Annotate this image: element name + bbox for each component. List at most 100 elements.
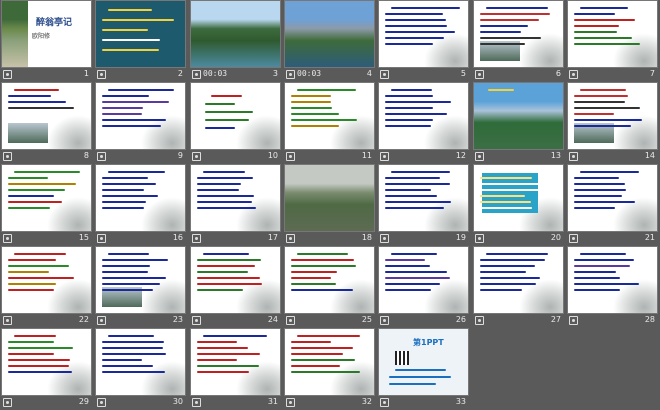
slide-preview[interactable] (2, 329, 91, 395)
slide-preview[interactable] (96, 247, 185, 313)
slide-preview[interactable] (2, 247, 91, 313)
transition-icon[interactable] (380, 152, 389, 161)
slide-thumbnail[interactable]: 醉翁亭记 欧阳修 1 (0, 0, 94, 82)
slide-thumbnail[interactable]: 30 (94, 328, 188, 410)
transition-icon[interactable] (475, 152, 484, 161)
slide-thumbnail[interactable]: 18 (283, 164, 377, 246)
slide-preview[interactable] (191, 329, 280, 395)
transition-icon[interactable] (192, 316, 201, 325)
transition-icon[interactable] (3, 234, 12, 243)
slide-thumbnail[interactable]: 19 (377, 164, 471, 246)
transition-icon[interactable] (286, 316, 295, 325)
transition-icon[interactable] (380, 398, 389, 407)
slide-thumbnail[interactable]: 28 (566, 246, 660, 328)
slide-preview[interactable] (96, 1, 185, 67)
slide-preview[interactable] (379, 247, 468, 313)
transition-icon[interactable] (569, 152, 578, 161)
slide-thumbnail[interactable]: 14 (566, 82, 660, 164)
slide-thumbnail[interactable]: 25 (283, 246, 377, 328)
slide-thumbnail[interactable]: 9 (94, 82, 188, 164)
slide-preview[interactable] (285, 1, 374, 67)
slide-thumbnail[interactable]: 11 (283, 82, 377, 164)
slide-preview[interactable] (191, 1, 280, 67)
transition-icon[interactable] (192, 398, 201, 407)
slide-thumbnail[interactable]: 10 (189, 82, 283, 164)
slide-preview[interactable] (285, 329, 374, 395)
slide-preview[interactable] (379, 165, 468, 231)
slide-thumbnail[interactable]: 24 (189, 246, 283, 328)
transition-icon[interactable] (475, 316, 484, 325)
slide-preview[interactable] (379, 1, 468, 67)
transition-icon[interactable] (97, 316, 106, 325)
slide-thumbnail[interactable]: 2 (94, 0, 188, 82)
transition-icon[interactable] (97, 398, 106, 407)
slide-preview[interactable] (96, 165, 185, 231)
transition-icon[interactable] (192, 234, 201, 243)
slide-thumbnail[interactable]: 7 (566, 0, 660, 82)
transition-icon[interactable] (380, 234, 389, 243)
slide-thumbnail[interactable]: 22 (0, 246, 94, 328)
transition-icon[interactable] (286, 152, 295, 161)
slide-thumbnail[interactable]: 8 (0, 82, 94, 164)
transition-icon[interactable] (475, 70, 484, 79)
transition-icon[interactable] (286, 234, 295, 243)
transition-icon[interactable] (192, 152, 201, 161)
transition-icon[interactable] (380, 316, 389, 325)
transition-icon[interactable] (97, 152, 106, 161)
slide-preview[interactable] (285, 83, 374, 149)
slide-preview[interactable] (568, 247, 657, 313)
slide-thumbnail[interactable]: 20 (472, 164, 566, 246)
slide-thumbnail[interactable]: 17 (189, 164, 283, 246)
slide-preview[interactable] (568, 1, 657, 67)
slide-thumbnail[interactable]: 12 (377, 82, 471, 164)
slide-preview[interactable] (379, 83, 468, 149)
slide-thumbnail[interactable]: 13 (472, 82, 566, 164)
transition-icon[interactable] (286, 398, 295, 407)
slide-preview[interactable] (568, 83, 657, 149)
transition-icon[interactable] (475, 234, 484, 243)
transition-icon[interactable] (3, 152, 12, 161)
slide-preview[interactable] (191, 83, 280, 149)
slide-preview[interactable] (474, 83, 563, 149)
transition-icon[interactable] (380, 70, 389, 79)
transition-icon[interactable] (97, 234, 106, 243)
slide-thumbnail[interactable]: 26 (377, 246, 471, 328)
slide-preview[interactable] (474, 1, 563, 67)
transition-icon[interactable] (3, 70, 12, 79)
slide-preview[interactable] (96, 83, 185, 149)
slide-thumbnail[interactable]: 21 (566, 164, 660, 246)
slide-thumbnail[interactable]: 27 (472, 246, 566, 328)
slide-preview[interactable] (285, 247, 374, 313)
slide-preview[interactable] (2, 165, 91, 231)
slide-thumbnail[interactable]: 32 (283, 328, 377, 410)
transition-icon[interactable] (192, 70, 201, 79)
slide-preview[interactable]: 醉翁亭记 欧阳修 (2, 1, 91, 67)
slide-thumbnail[interactable]: 23 (94, 246, 188, 328)
text-line (291, 371, 361, 373)
slide-thumbnail[interactable]: 5 (377, 0, 471, 82)
slide-preview[interactable] (191, 247, 280, 313)
slide-preview[interactable] (191, 165, 280, 231)
transition-icon[interactable] (569, 70, 578, 79)
slide-thumbnail[interactable]: 31 (189, 328, 283, 410)
slide-thumbnail[interactable]: 29 (0, 328, 94, 410)
slide-thumbnail[interactable]: 第1PPT 33 (377, 328, 471, 410)
slide-preview[interactable] (474, 165, 563, 231)
slide-preview[interactable] (285, 165, 374, 231)
transition-icon[interactable] (3, 398, 12, 407)
slide-preview[interactable] (568, 165, 657, 231)
slide-preview[interactable] (474, 247, 563, 313)
transition-icon[interactable] (286, 70, 295, 79)
transition-icon[interactable] (3, 316, 12, 325)
transition-icon[interactable] (569, 234, 578, 243)
slide-thumbnail[interactable]: 16 (94, 164, 188, 246)
slide-thumbnail[interactable]: 00:03 4 (283, 0, 377, 82)
slide-preview[interactable] (96, 329, 185, 395)
slide-thumbnail[interactable]: 15 (0, 164, 94, 246)
transition-icon[interactable] (97, 70, 106, 79)
transition-icon[interactable] (569, 316, 578, 325)
slide-preview[interactable] (2, 83, 91, 149)
slide-thumbnail[interactable]: 6 (472, 0, 566, 82)
slide-preview[interactable]: 第1PPT (379, 329, 468, 395)
slide-thumbnail[interactable]: 00:03 3 (189, 0, 283, 82)
